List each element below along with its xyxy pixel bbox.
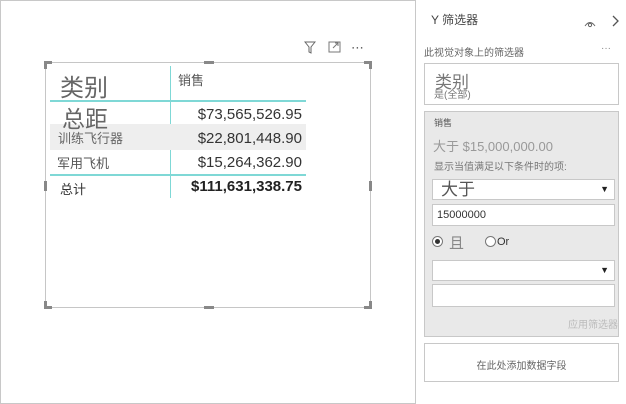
section-title: 此视觉对象上的筛选器 [424,48,524,59]
value1-text: 15000000 [437,209,486,221]
radio-and[interactable] [432,236,443,247]
eye-icon[interactable] [584,15,596,33]
row-sales: $15,264,362.90 [197,154,302,171]
row-sales: $22,801,448.90 [197,130,302,147]
filter-icon[interactable] [303,41,317,57]
row-category: 军用飞机 [57,156,110,171]
add-field-dropzone[interactable]: 在此处添加数据字段 [424,343,619,382]
focus-mode-icon[interactable] [328,41,341,56]
total-value: $111,631,338.75 [191,178,302,195]
dropdown-arrow-icon: ▼ [600,265,609,275]
total-divider [50,174,306,176]
chevron-right-icon[interactable] [612,14,619,32]
condition2-select[interactable]: ▼ [432,260,615,281]
apply-filter-button[interactable]: 应用筛选器 [568,316,618,331]
category-filter-card[interactable]: 类别 是(全部) [424,63,619,105]
value2-input[interactable] [432,284,615,307]
filter-field-name: 销售 [434,118,453,128]
radio-or[interactable] [485,236,496,247]
pane-title: Y 筛选器 [431,13,479,27]
filter-instruction: 显示当值满足以下条件时的项: [434,162,567,173]
total-label: 总计 [60,182,87,197]
section-more-icon[interactable]: ··· [601,43,611,54]
filter-summary: 大于 $15,000,000.00 [433,139,553,154]
filters-pane: Y 筛选器 此视觉对象上的筛选器 ··· 类别 是(全部) 销售 大于 $15,… [415,0,626,404]
column-header-category[interactable]: 类别 [60,68,108,103]
dropdown-arrow-icon: ▼ [600,184,609,194]
sales-filter-card: 销售 大于 $15,000,000.00 显示当值满足以下条件时的项: 大于 ▼… [424,111,619,337]
condition1-value: 大于 [441,180,475,199]
value1-input[interactable]: 15000000 [432,204,615,226]
radio-or-label[interactable]: Or [497,236,509,248]
row-sales: $73,565,526.95 [197,106,302,123]
filter-summary: 是(全部) [434,90,471,101]
row-category: 训练飞行器 [58,131,124,146]
column-header-sales[interactable]: 销售 [178,70,204,89]
more-options-icon[interactable]: ⋯ [351,40,365,56]
radio-and-label[interactable]: 且 [449,232,464,253]
condition1-select[interactable]: 大于 ▼ [432,179,615,200]
add-field-label: 在此处添加数据字段 [476,361,567,372]
